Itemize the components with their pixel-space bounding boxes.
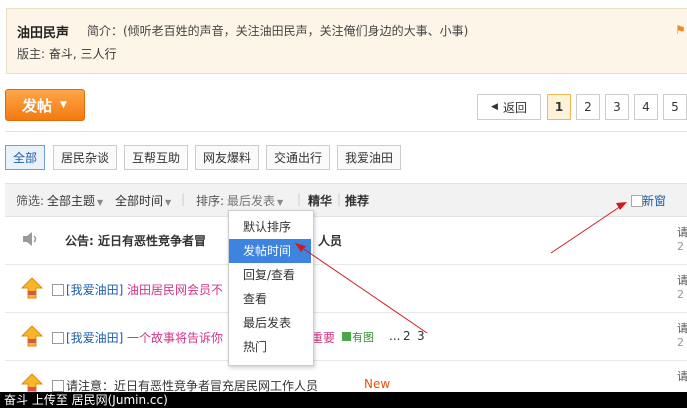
- row-author: 请2: [677, 322, 687, 349]
- attachment-label: 有图: [352, 331, 374, 344]
- sort-option-replies-views[interactable]: 回复/查看: [229, 263, 311, 287]
- post-button[interactable]: 发帖 ▼: [5, 89, 85, 121]
- all-time-label: 全部时间: [115, 194, 164, 208]
- thread-checkbox[interactable]: [52, 380, 64, 392]
- caret-down-icon: ▼: [97, 198, 104, 207]
- new-badge: New: [364, 377, 391, 391]
- separator: |: [297, 192, 302, 206]
- page-button-5[interactable]: 5: [663, 94, 687, 120]
- page-button-4[interactable]: 4: [634, 94, 658, 120]
- row-author: 请2: [677, 226, 687, 253]
- sort-value: 最后发表: [227, 194, 276, 208]
- category-tab-oilfield[interactable]: 我爱油田: [337, 145, 401, 170]
- category-tab-chat[interactable]: 居民杂谈: [53, 145, 117, 170]
- digest-filter[interactable]: 精华: [308, 192, 332, 209]
- category-tab-all[interactable]: 全部: [5, 145, 45, 170]
- sort-menu: 默认排序 发帖时间 回复/查看 查看 最后发表 热门: [228, 210, 314, 366]
- all-topics-dropdown[interactable]: 全部主题 ▼: [47, 192, 103, 209]
- divider: [5, 131, 687, 132]
- chevron-left-icon: ◀: [491, 102, 498, 112]
- sort-option-post-time[interactable]: 发帖时间: [229, 239, 311, 263]
- new-window-label[interactable]: 新窗: [642, 192, 666, 209]
- moderators-line: 版主: 奋斗, 三人行: [17, 45, 117, 62]
- sort-option-hot[interactable]: 热门: [229, 335, 311, 359]
- page-button-2[interactable]: 2: [576, 94, 600, 120]
- filter-label: 筛选:: [16, 194, 45, 208]
- thread-title[interactable]: 一个故事将告诉你: [127, 329, 223, 346]
- sort-option-views[interactable]: 查看: [229, 287, 311, 311]
- sort-option-last-post[interactable]: 最后发表: [229, 311, 311, 335]
- thread-category-link[interactable]: [我爱油田]: [66, 329, 123, 346]
- thread-category-link[interactable]: [我爱油田]: [66, 281, 123, 298]
- header-decoration-icon: ⚑: [675, 23, 686, 37]
- thread-checkbox[interactable]: [52, 332, 64, 344]
- thread-title-tail: 人员: [318, 234, 343, 248]
- back-button[interactable]: ◀ 返回: [477, 94, 541, 120]
- up-arrow-icon: [20, 324, 44, 348]
- thread-checkbox[interactable]: [52, 284, 64, 296]
- thread-title[interactable]: 公告: 近日有恶性竞争者冒: [65, 232, 206, 249]
- category-tab-reports[interactable]: 网友爆料: [195, 145, 259, 170]
- announcement-title: 近日有恶性竞争者冒: [98, 234, 207, 248]
- upload-caption: 奋斗 上传至 居民网(Jumin.cc): [0, 392, 687, 408]
- moderators-link[interactable]: 奋斗, 三人行: [49, 47, 117, 61]
- separator: |: [337, 192, 342, 206]
- sort-label: 排序:: [196, 194, 225, 208]
- category-tab-help[interactable]: 互帮互助: [124, 145, 188, 170]
- separator: |: [181, 192, 186, 206]
- filter-bar: 筛选: 全部主题 ▼ 全部时间 ▼ | 排序: 最后发表 ▼ | 精华 | 推荐 新窗: [5, 183, 687, 217]
- up-arrow-icon: [20, 276, 44, 300]
- image-icon: [342, 332, 351, 341]
- forum-header: 油田民声 简介：(倾听老百姓的声音，关注油田民声，关注俺们身边的大事、小事) 版…: [6, 8, 687, 74]
- thread-row[interactable]: [我爱油田] 油田居民网会员不 请2: [5, 265, 687, 313]
- thread-page-link[interactable]: 2: [403, 329, 411, 343]
- sort-option-default[interactable]: 默认排序: [229, 215, 311, 239]
- thread-title-tail: 重要: [311, 331, 336, 345]
- thread-row[interactable]: [我爱油田] 一个故事将告诉你 重要 有图 ... 2 3 请2: [5, 313, 687, 361]
- all-time-dropdown[interactable]: 全部时间 ▼: [115, 192, 171, 209]
- moderators-label: 版主:: [17, 47, 46, 61]
- forum-name[interactable]: 油田民声: [17, 22, 69, 41]
- announcement-prefix: 公告:: [65, 234, 94, 248]
- page-button-3[interactable]: 3: [605, 94, 629, 120]
- thread-row-announcement[interactable]: 公告: 近日有恶性竞争者冒 人员 请2: [5, 217, 687, 265]
- row-author: 请2: [677, 274, 687, 301]
- speaker-icon: [21, 231, 43, 255]
- image-attachment-badge: 有图: [342, 329, 374, 345]
- caret-down-icon: ▼: [60, 100, 67, 110]
- page-button-1[interactable]: 1: [547, 94, 571, 120]
- post-button-label: 发帖: [22, 96, 53, 115]
- sort-dropdown[interactable]: 最后发表 ▼: [227, 192, 283, 209]
- all-topics-label: 全部主题: [47, 194, 96, 208]
- caret-down-icon: ▼: [165, 198, 172, 207]
- thread-page-ellipsis: ...: [389, 329, 401, 343]
- recommend-filter[interactable]: 推荐: [345, 192, 369, 209]
- back-button-label: 返回: [502, 100, 527, 115]
- category-tab-traffic[interactable]: 交通出行: [266, 145, 330, 170]
- caret-down-icon: ▼: [277, 198, 284, 207]
- thread-page-link[interactable]: 3: [417, 329, 425, 343]
- row-author: 请: [677, 370, 687, 383]
- forum-intro: 简介：(倾听老百姓的声音，关注油田民声，关注俺们身边的大事、小事): [87, 24, 469, 38]
- thread-title[interactable]: 油田居民网会员不: [127, 281, 223, 298]
